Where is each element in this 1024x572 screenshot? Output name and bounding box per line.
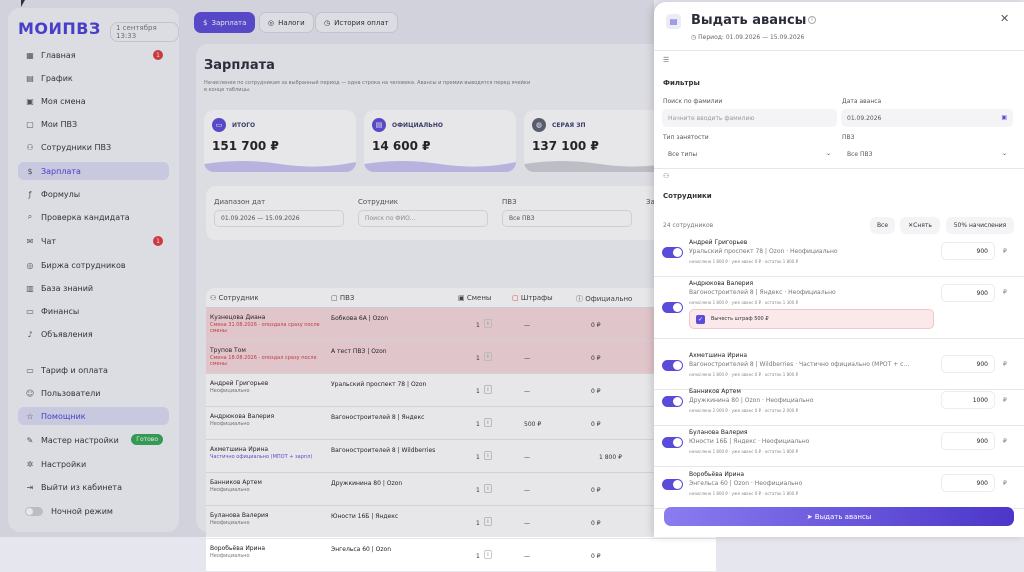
calendar-icon[interactable]: ▣ bbox=[1001, 114, 1007, 121]
surname-search-input[interactable]: Начните вводить фамилию bbox=[662, 109, 837, 127]
employee-toggle[interactable] bbox=[662, 360, 683, 371]
employee-toggle[interactable] bbox=[662, 247, 683, 258]
employee-pvz: Энгельса 60 | Ozon · Неофициально bbox=[689, 480, 803, 487]
advance-amount-input[interactable]: 900 bbox=[941, 474, 995, 492]
advance-amount-input[interactable]: 1000 bbox=[941, 391, 995, 409]
shifts-count: 1 bbox=[476, 553, 480, 560]
employees-title: Сотрудники bbox=[663, 192, 712, 200]
pvz-name: Энгельса 60 | Ozon bbox=[331, 546, 392, 553]
sliders-icon: ☰ bbox=[663, 56, 670, 64]
advance-amount-input[interactable]: 900 bbox=[941, 355, 995, 373]
employment-type-select[interactable]: Все типы ⌄ bbox=[662, 145, 837, 163]
half-accrual-button[interactable]: 50% начисления bbox=[946, 217, 1014, 234]
employee-toggle[interactable] bbox=[662, 302, 683, 313]
issue-advances-label: Выдать авансы bbox=[814, 512, 872, 521]
advance-drawer: ▤ Выдать авансы i ◷ Период: 01.09.2026 —… bbox=[654, 2, 1024, 537]
employee-name: Буланова Валерия bbox=[689, 429, 748, 436]
drawer-period-text: Период: 01.09.2026 — 15.09.2026 bbox=[698, 34, 805, 41]
wallet-icon: ▤ bbox=[666, 14, 681, 29]
employees-count: 24 сотрудников bbox=[663, 222, 714, 229]
advance-amount-input[interactable]: 900 bbox=[941, 284, 995, 302]
modal-backdrop[interactable] bbox=[0, 0, 654, 537]
currency-label: ₽ bbox=[1003, 397, 1007, 404]
fines-value: — bbox=[524, 553, 530, 560]
divider bbox=[654, 466, 1024, 467]
employee-name: Ахметшина Ирина bbox=[689, 352, 748, 359]
employee-advance-row: Буланова Валерия Юности 16Б | Яндекс · Не… bbox=[654, 429, 1024, 467]
users-icon: ⚇ bbox=[663, 172, 670, 180]
chevron-down-icon: ⌄ bbox=[1001, 150, 1007, 157]
deduct-fine-label: Вычесть штраф 500 ₽ bbox=[711, 316, 769, 322]
employee-toggle[interactable] bbox=[662, 479, 683, 490]
employee-note: Неофициально bbox=[210, 553, 250, 559]
employee-accruals: начислено 2 000 ₽ · уже аванс 0 ₽ · оста… bbox=[689, 408, 799, 413]
clear-selection-button[interactable]: ✕ Снять bbox=[900, 217, 940, 234]
divider bbox=[654, 50, 1024, 51]
deduct-fine-option[interactable]: ✓ Вычесть штраф 500 ₽ bbox=[689, 309, 934, 329]
employee-pvz: Дружкинина 80 | Ozon · Неофициально bbox=[689, 397, 814, 404]
divider bbox=[654, 425, 1024, 426]
divider bbox=[654, 168, 1024, 169]
employee-name: Андрюкова Валерия bbox=[689, 280, 754, 287]
official-value: 0 ₽ bbox=[591, 553, 601, 560]
employment-type-label: Тип занятости bbox=[663, 134, 709, 141]
employee-accruals: начислено 1 800 ₽ · уже аванс 0 ₽ · оста… bbox=[689, 491, 799, 496]
drawer-pvz-label: ПВЗ bbox=[842, 134, 855, 141]
currency-label: ₽ bbox=[1003, 248, 1007, 255]
drawer-pvz-value: Все ПВЗ bbox=[847, 150, 873, 158]
drawer-pvz-select[interactable]: Все ПВЗ ⌄ bbox=[841, 145, 1013, 163]
employee-name: Банников Артем bbox=[689, 388, 741, 395]
app-window: МОИПВЗ 1 сентября 13:33 ▦ Главная 1 ▤ График… bbox=[0, 0, 1024, 572]
employee-accruals: начислено 1 800 ₽ · уже аванс 0 ₽ · оста… bbox=[689, 372, 799, 377]
employment-type-value: Все типы bbox=[668, 150, 698, 158]
employee-advance-row: Андрюкова Валерия Вагоностроителей 8 | Ян… bbox=[654, 280, 1024, 339]
currency-label: ₽ bbox=[1003, 361, 1007, 368]
employee-pvz: Юности 16Б | Яндекс · Неофициально bbox=[689, 438, 810, 445]
close-icon[interactable]: ✕ bbox=[1000, 12, 1009, 25]
employee-name: Воробьёва Ирина bbox=[689, 471, 745, 478]
table-row[interactable]: Воробьёва Ирина Неофициально Энгельса 60 |… bbox=[206, 539, 716, 572]
employee-accruals: начислено 1 800 ₽ · уже аванс 0 ₽ · оста… bbox=[689, 300, 799, 305]
surname-search-label: Поиск по фамилии bbox=[663, 98, 723, 105]
advance-date-input[interactable]: 01.09.2026 ▣ bbox=[841, 109, 1013, 127]
advance-date-value: 01.09.2026 bbox=[847, 114, 882, 122]
info-icon[interactable]: i bbox=[808, 16, 816, 24]
advance-date-label: Дата аванса bbox=[842, 98, 882, 105]
chevron-down-icon: ⌄ bbox=[825, 150, 831, 157]
employee-advance-row: Андрей Григорьев Уральский проспект 78 | … bbox=[654, 239, 1024, 277]
clear-selection-label: Снять bbox=[913, 222, 932, 229]
advance-amount-input[interactable]: 900 bbox=[941, 242, 995, 260]
employee-toggle[interactable] bbox=[662, 396, 683, 407]
employee-advance-row: Воробьёва Ирина Энгельса 60 | Ozon · Неоф… bbox=[654, 471, 1024, 509]
employee-toggle[interactable] bbox=[662, 437, 683, 448]
divider bbox=[654, 338, 1024, 339]
send-icon: ➤ bbox=[806, 512, 813, 521]
issue-advances-button[interactable]: ➤ Выдать авансы bbox=[664, 507, 1014, 526]
employee-name: Воробьёва Ирина bbox=[210, 545, 266, 552]
currency-label: ₽ bbox=[1003, 289, 1007, 296]
employee-pvz: Вагоностроителей 8 | Wildberries · Части… bbox=[689, 361, 910, 368]
checkbox-checked-icon[interactable]: ✓ bbox=[696, 314, 705, 324]
drawer-title: Выдать авансы bbox=[691, 13, 807, 28]
currency-label: ₽ bbox=[1003, 438, 1007, 445]
employee-accruals: начислено 1 800 ₽ · уже аванс 0 ₽ · оста… bbox=[689, 449, 799, 454]
divider bbox=[654, 276, 1024, 277]
select-all-button[interactable]: Все bbox=[870, 217, 895, 234]
drawer-period: ◷ Период: 01.09.2026 — 15.09.2026 bbox=[691, 34, 804, 41]
currency-label: ₽ bbox=[1003, 480, 1007, 487]
employee-accruals: начислено 1 800 ₽ · уже аванс 0 ₽ · оста… bbox=[689, 259, 799, 264]
advance-amount-input[interactable]: 900 bbox=[941, 432, 995, 450]
calendar-icon[interactable]: i bbox=[484, 550, 492, 559]
employee-advance-row: Банников Артем Дружкинина 80 | Ozon · Нео… bbox=[654, 388, 1024, 426]
employee-pvz: Вагоностроителей 8 | Яндекс · Неофициаль… bbox=[689, 289, 836, 296]
employee-name: Андрей Григорьев bbox=[689, 239, 748, 246]
filters-title: Фильтры bbox=[663, 79, 700, 87]
employee-advance-row: Ахметшина Ирина Вагоностроителей 8 | Wild… bbox=[654, 352, 1024, 390]
employee-pvz: Уральский проспект 78 | Ozon · Неофициал… bbox=[689, 248, 838, 255]
